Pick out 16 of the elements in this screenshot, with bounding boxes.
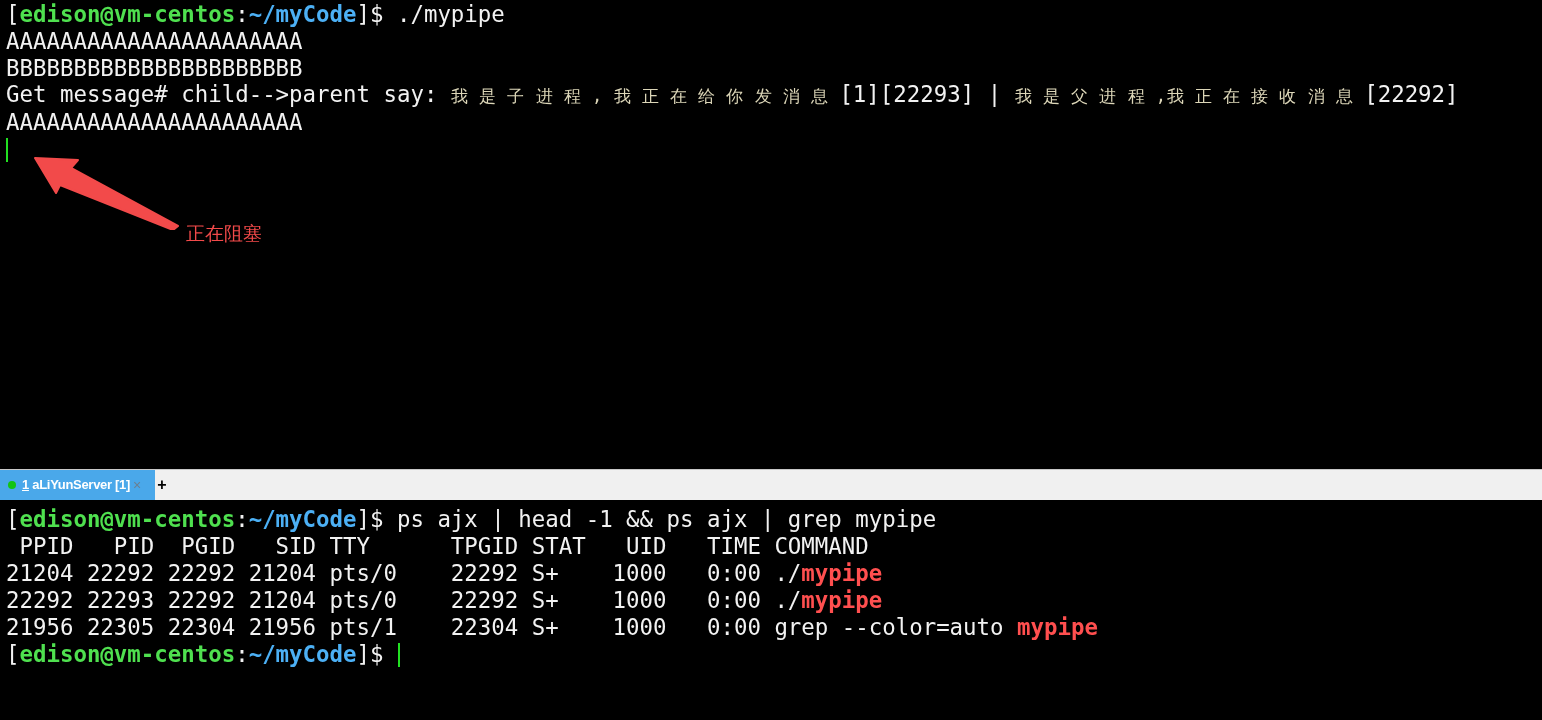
annotation-label: 正在阻塞: [186, 221, 262, 246]
terminal-line: 22292 22293 22292 21204 pts/0 22292 S+ 1000 0:00 ./mypipe: [6, 587, 883, 614]
terminal-line: AAAAAAAAAAAAAAAAAAAAAA: [6, 109, 303, 136]
terminal-line: BBBBBBBBBBBBBBBBBBBBBB: [6, 55, 303, 82]
terminal-line: Get message# child-->parent say: 我 是 子 进 程 , 我 正 在 给 你 发 消 息 [1][22293] | 我 是 父 进 程 ,我 正 在 接 收 消 息 [22292]: [6, 81, 1459, 109]
arrow-icon: [33, 156, 179, 230]
terminal-line: [edison@vm-centos:~/myCode]$ ps ajx | head -1 && ps ajx | grep mypipe: [6, 506, 937, 533]
terminal-line: 21204 22292 22292 21204 pts/0 22292 S+ 1000 0:00 ./mypipe: [6, 560, 883, 587]
terminal-line: AAAAAAAAAAAAAAAAAAAAAA: [6, 28, 303, 55]
tab-title: 1 aLiYunServer [1]: [22, 476, 131, 495]
terminal-line: PPID PID PGID SID TTY TPGID STAT UID TIME COMMAND: [18, 533, 869, 560]
terminal-line: [edison@vm-centos:~/myCode]$ ./mypipe: [6, 1, 505, 28]
new-tab-button[interactable]: +: [153, 476, 171, 494]
close-icon[interactable]: ×: [133, 478, 142, 492]
terminal-line: [edison@vm-centos:~/myCode]$: [6, 641, 385, 668]
terminal-line: 21956 22305 22304 21956 pts/1 22304 S+ 1000 0:00 grep --color=auto mypipe: [6, 614, 1098, 641]
